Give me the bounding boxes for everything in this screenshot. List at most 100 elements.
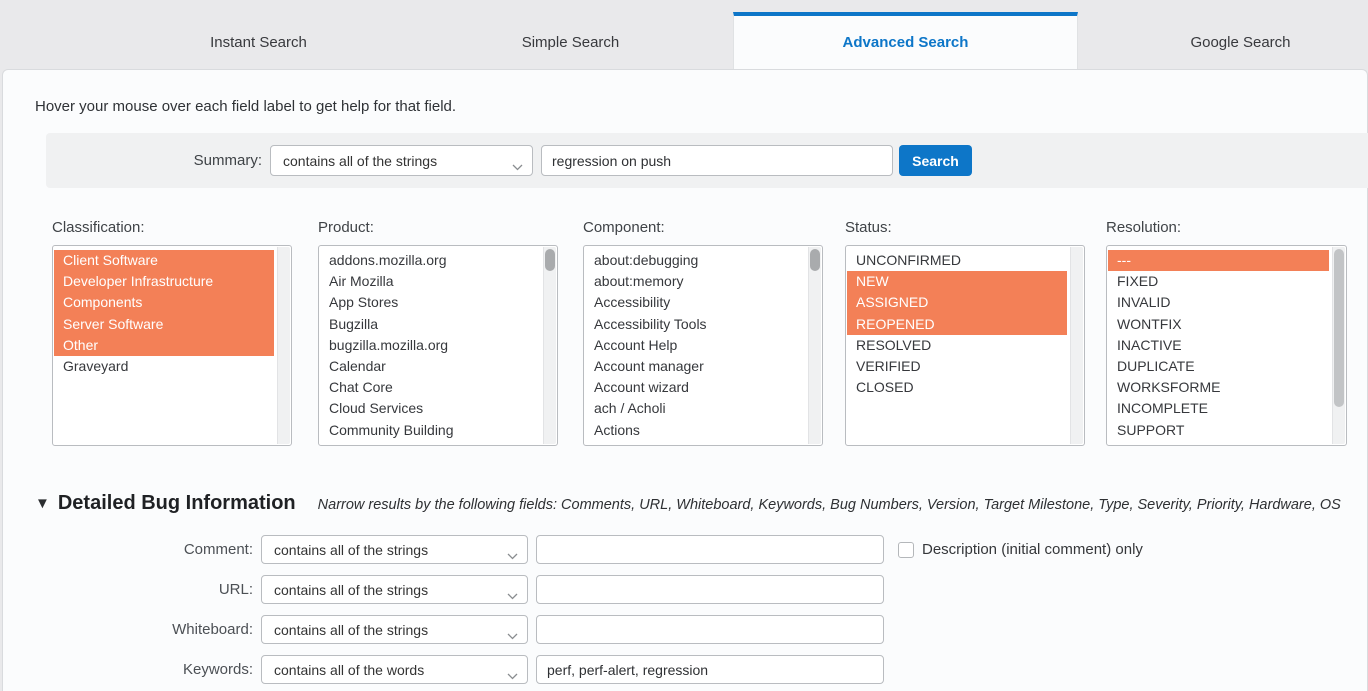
comment-operator-value: contains all of the strings <box>274 541 429 558</box>
component-label: Component: <box>583 219 665 236</box>
listbox-option[interactable]: Actions <box>585 420 805 441</box>
summary-operator-value: contains all of the strings <box>283 152 438 169</box>
whiteboard-operator-select[interactable]: contains all of the strings <box>261 615 528 644</box>
product-listbox[interactable]: addons.mozilla.org Air Mozilla App Stores B… <box>318 245 558 446</box>
comment-label: Comment: <box>183 541 253 558</box>
description-only-checkbox[interactable] <box>898 541 914 558</box>
tab-instant-search[interactable]: Instant Search <box>86 12 431 69</box>
url-row: URL: contains all of the strings <box>0 575 1368 604</box>
tab-google-search[interactable]: Google Search <box>1068 12 1368 69</box>
keywords-operator-select[interactable]: contains all of the words <box>261 655 528 684</box>
listbox-option[interactable]: Accessibility <box>585 292 805 313</box>
whiteboard-input[interactable] <box>536 615 884 644</box>
listbox-option[interactable]: RESOLVED <box>847 335 1067 356</box>
url-label: URL: <box>218 581 253 598</box>
chevron-down-icon <box>507 587 518 603</box>
listbox-option[interactable]: Other <box>54 334 274 356</box>
listbox-option[interactable]: ASSIGNED <box>847 292 1067 314</box>
listbox-option[interactable]: Graveyard <box>54 356 274 377</box>
comment-input[interactable] <box>536 535 884 564</box>
product-label: Product: <box>318 219 374 236</box>
listbox-option[interactable]: Client Software <box>54 250 274 272</box>
comment-operator-select[interactable]: contains all of the strings <box>261 535 528 564</box>
resolution-listbox[interactable]: --- FIXED INVALID WONTFIX INACTIVE DUPLICATE W… <box>1106 245 1347 446</box>
section-subtitle: Narrow results by the following fields: … <box>317 497 1341 513</box>
component-options: about:debugging about:memory Accessibility… <box>585 247 805 444</box>
chevron-down-icon <box>507 547 518 563</box>
listbox-option[interactable]: Components <box>54 292 274 314</box>
listbox-option[interactable]: bugzilla.mozilla.org <box>320 335 540 356</box>
whiteboard-operator-value: contains all of the strings <box>274 621 429 638</box>
tab-label: Simple Search <box>521 34 620 51</box>
keywords-operator-value: contains all of the words <box>274 661 425 678</box>
tab-label: Advanced Search <box>842 34 969 51</box>
chevron-down-icon <box>507 627 518 643</box>
listbox-option[interactable]: SUPPORT <box>1108 420 1329 441</box>
whiteboard-label: Whiteboard: <box>172 621 253 638</box>
listbox-option[interactable]: Cloud Services <box>320 398 540 419</box>
keywords-input[interactable] <box>536 655 884 684</box>
listbox-option[interactable]: Developer Infrastructure <box>54 271 274 293</box>
listbox-option[interactable]: REOPENED <box>847 313 1067 335</box>
description-only-wrap: Description (initial comment) only <box>898 535 1143 564</box>
summary-bar: Summary: contains all of the strings Sea… <box>46 133 1368 188</box>
chevron-down-icon <box>507 667 518 683</box>
classification-label: Classification: <box>52 219 145 236</box>
resolution-label: Resolution: <box>1106 219 1182 236</box>
status-listbox[interactable]: UNCONFIRMED NEW ASSIGNED REOPENED RESOLVED VE… <box>845 245 1085 446</box>
listbox-option[interactable]: Chat Core <box>320 377 540 398</box>
resolution-scrollbar[interactable] <box>1332 247 1345 444</box>
status-scrollbar[interactable] <box>1070 247 1083 444</box>
listbox-option[interactable]: Air Mozilla <box>320 271 540 292</box>
listbox-option[interactable]: about:memory <box>585 271 805 292</box>
listbox-option[interactable]: addons.mozilla.org <box>320 250 540 271</box>
listbox-option[interactable]: Bugzilla <box>320 314 540 335</box>
url-operator-select[interactable]: contains all of the strings <box>261 575 528 604</box>
component-listbox[interactable]: about:debugging about:memory Accessibility… <box>583 245 823 446</box>
description-only-label: Description (initial comment) only <box>922 541 1143 558</box>
listbox-option[interactable]: DUPLICATE <box>1108 356 1329 377</box>
tab-simple-search[interactable]: Simple Search <box>398 12 743 69</box>
section-title[interactable]: Detailed Bug Information <box>58 492 296 515</box>
listbox-option[interactable]: INVALID <box>1108 292 1329 313</box>
listbox-option[interactable]: NEW <box>847 271 1067 293</box>
listbox-option[interactable]: WORKSFORME <box>1108 377 1329 398</box>
listbox-option[interactable]: VERIFIED <box>847 356 1067 377</box>
listbox-option[interactable]: Calendar <box>320 356 540 377</box>
listbox-option[interactable]: Account manager <box>585 356 805 377</box>
listbox-option[interactable]: INACTIVE <box>1108 335 1329 356</box>
listbox-option[interactable]: Account Help <box>585 335 805 356</box>
product-scrollbar[interactable] <box>543 247 556 444</box>
tab-advanced-search[interactable]: Advanced Search <box>733 12 1078 69</box>
listbox-option[interactable]: CLOSED <box>847 377 1067 398</box>
classification-options: Client Software Developer Infrastructure C… <box>54 247 274 444</box>
listbox-option[interactable]: Server Software <box>54 313 274 335</box>
keywords-row: Keywords: contains all of the words <box>0 655 1368 684</box>
classification-listbox[interactable]: Client Software Developer Infrastructure C… <box>52 245 292 446</box>
advanced-search-page: Instant Search Simple Search Advanced Se… <box>0 0 1368 691</box>
listbox-option[interactable]: ach / Acholi <box>585 398 805 419</box>
summary-operator-select[interactable]: contains all of the strings <box>270 145 533 176</box>
help-text: Hover your mouse over each field label t… <box>35 98 457 115</box>
listbox-option[interactable]: about:debugging <box>585 250 805 271</box>
listbox-option[interactable]: Accessibility Tools <box>585 314 805 335</box>
listbox-option[interactable]: INCOMPLETE <box>1108 398 1329 419</box>
chevron-down-icon <box>512 158 523 174</box>
whiteboard-row: Whiteboard: contains all of the strings <box>0 615 1368 644</box>
collapse-triangle-icon[interactable]: ▼ <box>35 495 50 512</box>
listbox-option[interactable]: --- <box>1108 250 1329 272</box>
listbox-option[interactable]: App Stores <box>320 292 540 313</box>
listbox-option[interactable]: Community Building <box>320 420 540 441</box>
component-scrollbar[interactable] <box>808 247 821 444</box>
url-input[interactable] <box>536 575 884 604</box>
summary-input[interactable] <box>541 145 893 176</box>
status-label: Status: <box>845 219 892 236</box>
listbox-option[interactable]: Account wizard <box>585 377 805 398</box>
listbox-option[interactable]: WONTFIX <box>1108 314 1329 335</box>
classification-scrollbar[interactable] <box>277 247 290 444</box>
search-button[interactable]: Search <box>899 145 972 176</box>
search-mode-tabbar: Instant Search Simple Search Advanced Se… <box>0 0 1368 69</box>
listbox-option[interactable]: UNCONFIRMED <box>847 250 1067 271</box>
listbox-option[interactable]: FIXED <box>1108 271 1329 292</box>
summary-label: Summary: <box>193 152 262 169</box>
